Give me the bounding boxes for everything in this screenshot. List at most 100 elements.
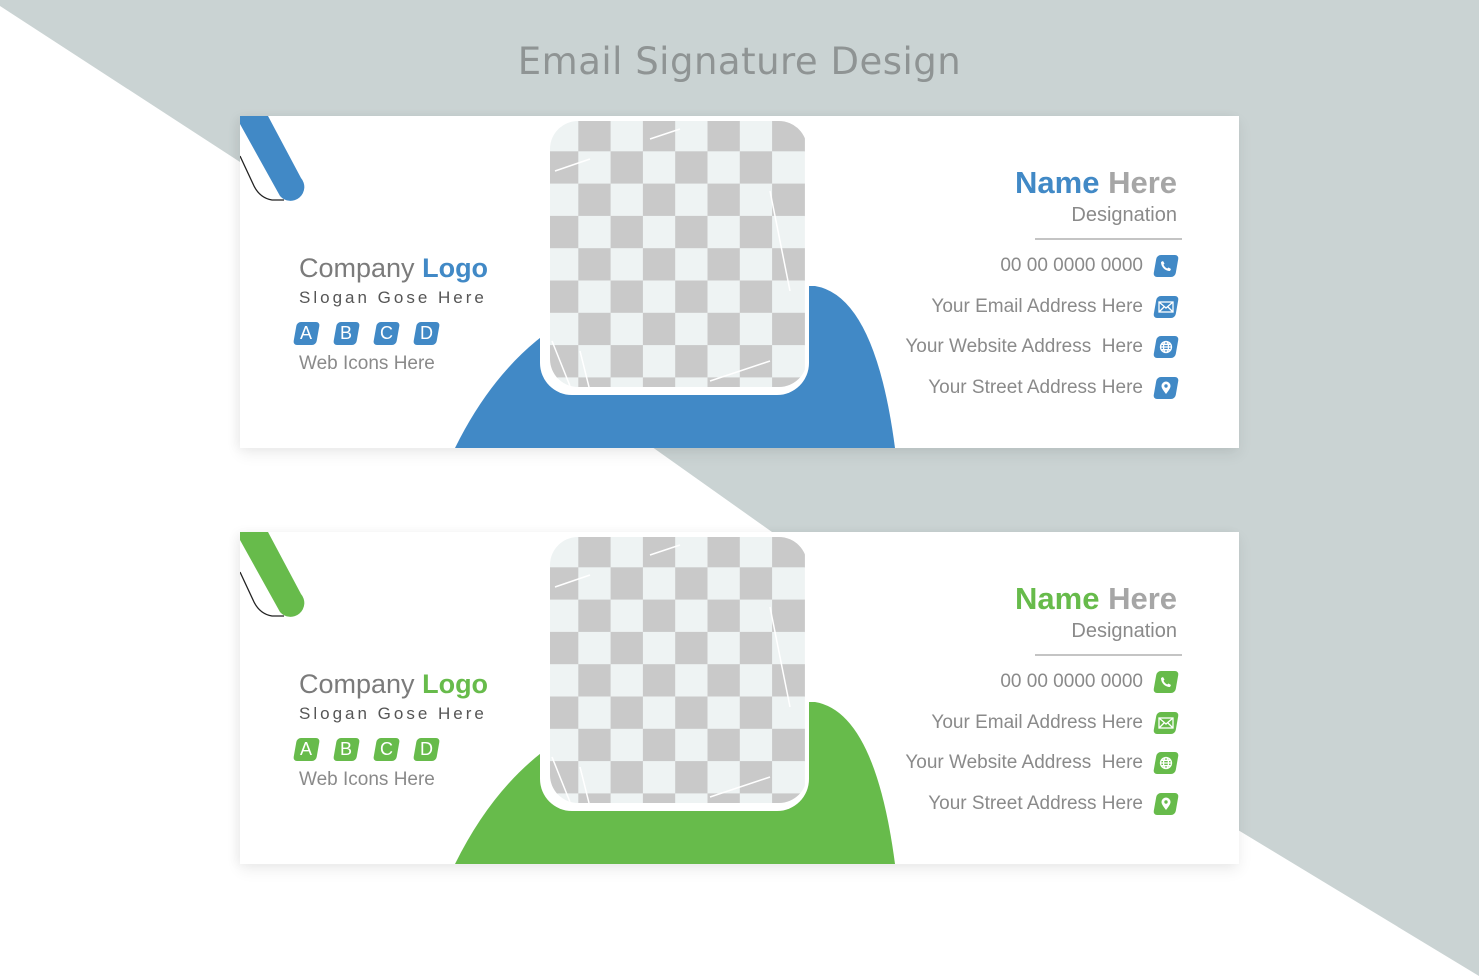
logo-word: Logo — [422, 669, 489, 699]
name-first: Name — [1015, 581, 1100, 616]
checker-square — [707, 312, 741, 346]
contact-text[interactable]: Your Email Address Here — [931, 712, 1143, 734]
email-icon — [1153, 295, 1179, 318]
checker-square — [675, 631, 708, 665]
checker-square — [610, 696, 644, 730]
contact-row: Your Website Address Here — [757, 327, 1179, 368]
badge-letter: D — [420, 739, 433, 759]
checker-square — [772, 151, 805, 185]
contact-text[interactable]: Your Website Address Here — [905, 336, 1143, 358]
contact-text[interactable]: 00 00 0000 0000 — [1000, 255, 1143, 277]
checker-square — [610, 664, 644, 697]
checker-square — [578, 537, 612, 568]
contact-row: 00 00 0000 0000 — [757, 662, 1179, 703]
checker-square — [642, 631, 676, 665]
checker-square — [675, 664, 708, 697]
contact-text[interactable]: Your Website Address Here — [905, 752, 1143, 774]
person-name: Name Here — [837, 164, 1177, 202]
company-word: Company — [299, 669, 415, 699]
email-icon — [1153, 711, 1179, 734]
company-logo-text: Company Logo — [299, 252, 559, 284]
checker-square — [739, 121, 773, 152]
location-pin-icon — [1153, 792, 1179, 815]
checker-square — [642, 151, 676, 185]
checker-square — [675, 121, 708, 152]
company-logo-text: Company Logo — [299, 668, 559, 700]
checker-square — [642, 567, 676, 601]
contact-text[interactable]: 00 00 0000 0000 — [1000, 671, 1143, 693]
checker-square — [675, 793, 708, 803]
checker-square — [642, 345, 676, 378]
checker-square — [675, 696, 708, 730]
checker-square — [578, 696, 612, 730]
checker-square — [642, 215, 676, 249]
checker-square — [610, 377, 644, 387]
web-icon-badge[interactable]: A — [292, 738, 321, 761]
checker-square — [707, 631, 741, 665]
location-pin-icon — [1153, 376, 1179, 399]
checker-square — [610, 215, 644, 249]
checker-square — [642, 599, 676, 633]
contact-text[interactable]: Your Email Address Here — [931, 296, 1143, 318]
contact-row: Your Website Address Here — [757, 743, 1179, 784]
contact-list: 00 00 0000 0000 Your Email Address Here Yo… — [757, 246, 1179, 409]
checker-square — [707, 377, 741, 387]
checker-square — [675, 280, 708, 314]
checker-square — [675, 312, 708, 346]
checker-square — [675, 215, 708, 249]
contact-row: Your Street Address Here — [757, 784, 1179, 825]
checker-square — [578, 280, 612, 314]
contact-row: Your Street Address Here — [757, 368, 1179, 409]
checker-square — [675, 599, 708, 633]
checker-square — [610, 121, 644, 152]
checker-square — [642, 793, 676, 803]
contact-text[interactable]: Your Street Address Here — [928, 377, 1143, 399]
web-icon-badge[interactable]: B — [332, 322, 361, 345]
checker-square — [707, 215, 741, 249]
company-block: Company Logo Slogan Gose Here A B C D Web Icon… — [292, 668, 559, 791]
checker-square — [610, 761, 644, 794]
checker-square — [739, 567, 773, 601]
badge-letter: A — [300, 323, 313, 343]
checker-square — [642, 664, 676, 697]
checker-square — [578, 121, 612, 152]
checker-square — [578, 599, 612, 633]
checker-square — [610, 312, 644, 346]
checker-square — [642, 183, 676, 217]
logo-word: Logo — [422, 253, 489, 283]
checker-square — [739, 631, 773, 665]
web-icon-badge[interactable]: D — [412, 322, 441, 345]
checker-square — [642, 728, 676, 762]
web-icon-badge[interactable]: C — [372, 322, 401, 345]
checker-square — [578, 377, 612, 387]
badge-letter: C — [380, 323, 393, 343]
checker-square — [707, 248, 741, 281]
web-icon-badge[interactable]: A — [292, 322, 321, 345]
company-block: Company Logo Slogan Gose Here A B C D Web Icon… — [292, 252, 559, 375]
web-icon-badge[interactable]: C — [372, 738, 401, 761]
checker-square — [707, 121, 741, 152]
badge-letter: A — [300, 739, 313, 759]
page-title: Email Signature Design — [517, 40, 962, 83]
web-icon-badge[interactable]: B — [332, 738, 361, 761]
checker-square — [578, 631, 612, 665]
checker-square — [550, 599, 579, 633]
divider — [1035, 654, 1182, 656]
checker-square — [739, 537, 773, 568]
checker-square — [739, 599, 773, 633]
designation: Designation — [1071, 204, 1177, 226]
name-block: Name Here Designation — [837, 580, 1177, 644]
slogan: Slogan Gose Here — [299, 288, 487, 307]
checker-square — [707, 793, 741, 803]
checker-square — [707, 664, 741, 697]
web-icon-badges: A B C D — [292, 322, 559, 345]
checker-square — [578, 793, 612, 803]
designation: Designation — [1071, 620, 1177, 642]
checker-square — [675, 345, 708, 378]
contact-text[interactable]: Your Street Address Here — [928, 793, 1143, 815]
checker-square — [550, 631, 579, 665]
web-icon-badge[interactable]: D — [412, 738, 441, 761]
company-word: Company — [299, 253, 415, 283]
checker-square — [707, 728, 741, 762]
slogan: Slogan Gose Here — [299, 704, 487, 723]
